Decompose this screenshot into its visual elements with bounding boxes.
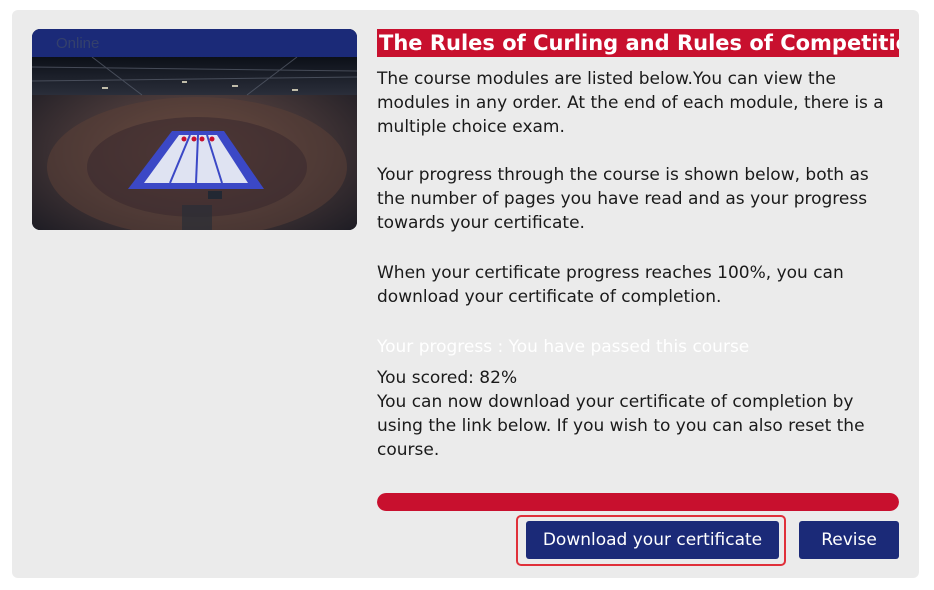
- progress-info-text: Your progress through the course is show…: [377, 165, 869, 233]
- certificate-progress-fill: [377, 493, 899, 511]
- certificate-info-text: When your certificate progress reaches 1…: [377, 263, 844, 307]
- thumbnail-header-bar: Online: [32, 29, 357, 57]
- course-thumbnail[interactable]: Online: [32, 29, 357, 230]
- online-badge: Online: [56, 35, 100, 52]
- score-text: You scored: 82%: [377, 368, 518, 388]
- course-title: The Rules of Curling and Rules of Compet…: [377, 29, 899, 57]
- curling-arena-image: [32, 57, 357, 230]
- certificate-progress-bar: [377, 493, 899, 511]
- revise-button[interactable]: Revise: [799, 521, 899, 559]
- intro-text: The course modules are listed below.You …: [377, 69, 884, 137]
- completion-message: You can now download your certificate of…: [377, 392, 865, 460]
- progress-label: Your progress : You have passed this cou…: [377, 337, 750, 357]
- download-certificate-button[interactable]: Download your certificate: [526, 521, 779, 559]
